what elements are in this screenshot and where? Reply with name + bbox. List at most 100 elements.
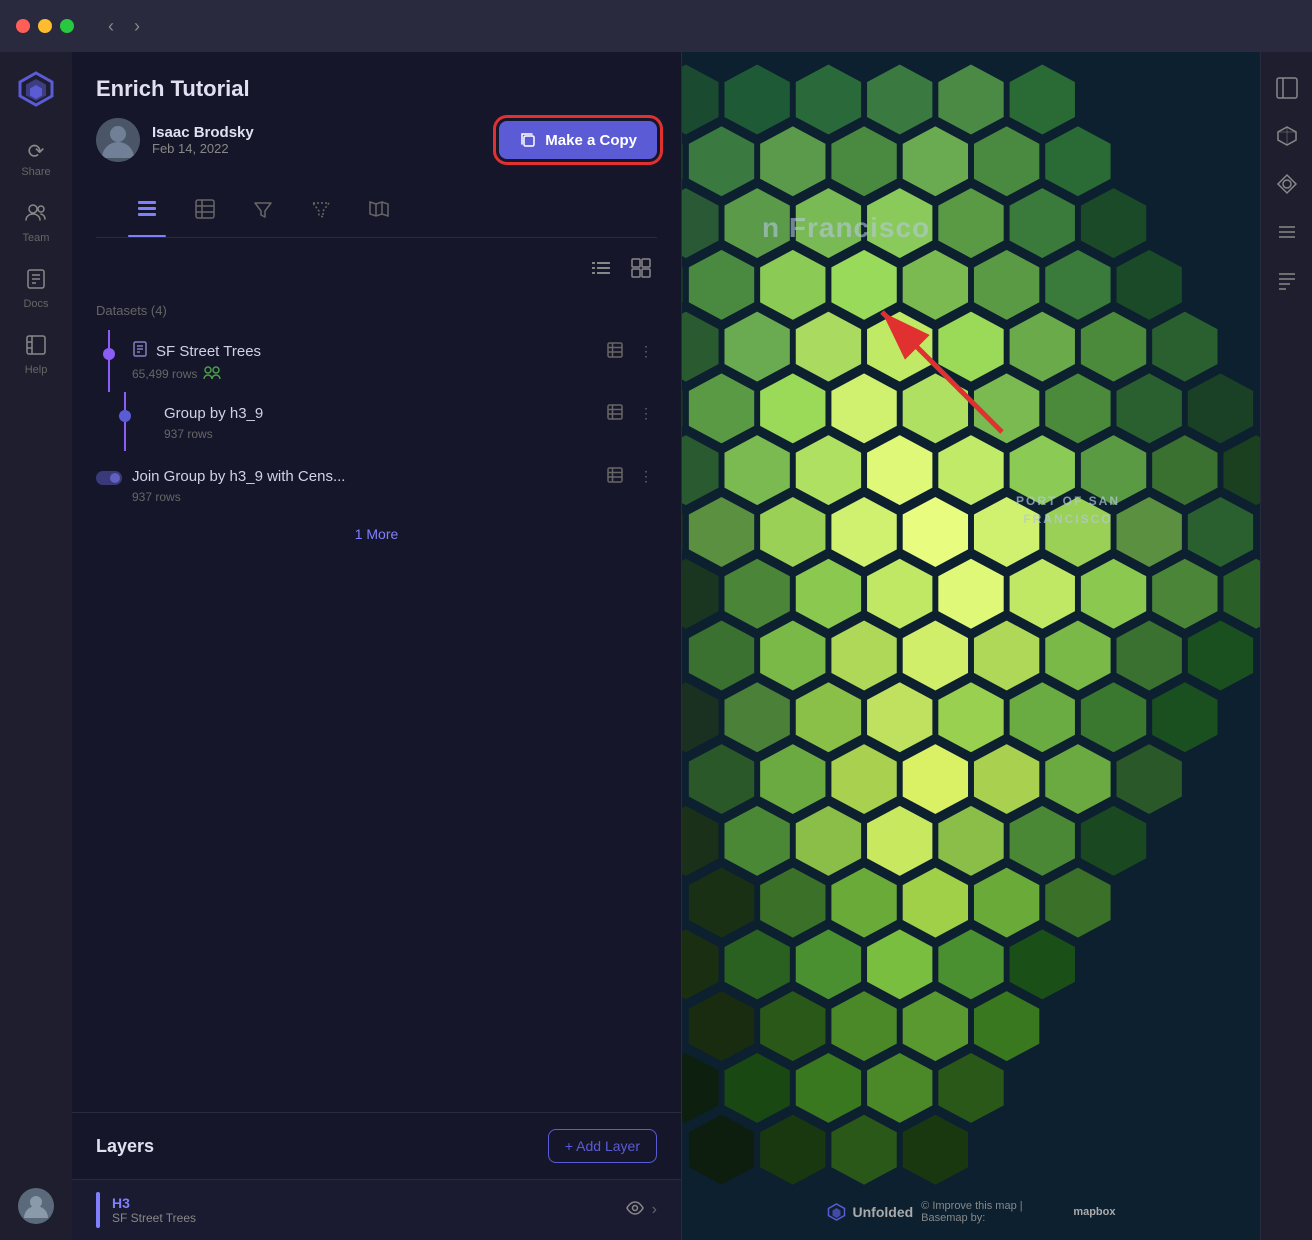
mapbox-credit: © Improve this map | Basemap by:: [921, 1200, 1065, 1224]
sidebar-item-team[interactable]: Team: [4, 194, 68, 252]
dataset-name: Group by h3_9: [164, 405, 263, 422]
dataset-table-btn[interactable]: [603, 402, 627, 425]
unfolded-logo: Unfolded: [827, 1202, 914, 1222]
dataset-more-btn[interactable]: ⋮: [635, 465, 657, 488]
layer-expand-button[interactable]: ›: [652, 1201, 657, 1219]
copy-icon: [519, 131, 537, 149]
sidebar-item-help[interactable]: Help: [4, 326, 68, 384]
dataset-name: SF Street Trees: [156, 343, 261, 360]
dataset-name-row: SF Street Trees: [132, 340, 657, 363]
author-date: Feb 14, 2022: [152, 141, 254, 156]
layer-item: H3 SF Street Trees ›: [72, 1179, 681, 1240]
main-container: ⟳ Share Team: [0, 52, 1312, 1240]
panel: Enrich Tutorial Isaac Brodsky Feb 14, 20…: [72, 52, 682, 1240]
docs-icon: [25, 268, 47, 294]
sidebar-docs-label: Docs: [23, 298, 48, 310]
map-city-label: n Francisco: [762, 212, 930, 244]
author-info: Isaac Brodsky Feb 14, 2022: [96, 118, 254, 162]
map-port-label: PORT OF SAN FRANCISCO: [1016, 492, 1120, 528]
cube-button[interactable]: [1267, 116, 1307, 156]
sidebar-item-share[interactable]: ⟳ Share: [4, 134, 68, 186]
sidebar-team-label: Team: [23, 232, 50, 244]
user-avatar[interactable]: [18, 1188, 54, 1224]
tab-filter2[interactable]: [294, 186, 348, 237]
maximize-button[interactable]: [60, 19, 74, 33]
dataset-content: SF Street Trees: [132, 340, 657, 382]
tab-map[interactable]: [352, 186, 406, 237]
mapbox-logo: mapbox: [1073, 1206, 1115, 1218]
layer-actions: ›: [626, 1199, 657, 1222]
team-icon: [25, 202, 47, 228]
traffic-lights: [16, 19, 74, 33]
minimize-button[interactable]: [38, 19, 52, 33]
dataset-more-btn[interactable]: ⋮: [635, 340, 657, 363]
nav-forward-button[interactable]: ›: [128, 12, 146, 41]
map-tab-icon: [368, 198, 390, 220]
dataset-actions: ⋮: [603, 340, 657, 363]
list-view-button[interactable]: [585, 254, 617, 287]
layer-color-bar: [96, 1192, 100, 1228]
author-details: Isaac Brodsky Feb 14, 2022: [152, 124, 254, 156]
nav-back-button[interactable]: ‹: [102, 12, 120, 41]
titlebar: ‹ ›: [0, 0, 1312, 52]
dataset-name-row: Join Group by h3_9 with Cens...: [132, 465, 657, 488]
toolbar-row: [96, 254, 657, 287]
sidebar-help-label: Help: [25, 364, 48, 376]
dataset-actions: ⋮: [603, 402, 657, 425]
tabs-row: [96, 186, 657, 238]
author-name: Isaac Brodsky: [152, 124, 254, 141]
dataset-icon: [132, 341, 148, 362]
map-area: ‹: [682, 52, 1260, 1240]
list-button[interactable]: [1267, 212, 1307, 252]
dataset-item: Group by h3_9: [96, 392, 657, 451]
dataset-rows: 937 rows: [132, 490, 657, 504]
layers-title: Layers: [96, 1136, 154, 1157]
sidebar-share-label: Share: [21, 166, 50, 178]
layer-name: H3: [112, 1195, 626, 1211]
right-toolbar: [1260, 52, 1312, 1240]
layers-tab-icon: [136, 198, 158, 220]
shapes-button[interactable]: [1267, 164, 1307, 204]
app-logo[interactable]: [15, 68, 57, 110]
unfolded-logo-icon: [827, 1202, 847, 1222]
dataset-more-btn[interactable]: ⋮: [635, 402, 657, 425]
dataset-rows: 937 rows: [164, 427, 657, 441]
dataset-actions: ⋮: [603, 465, 657, 488]
layer-sub: SF Street Trees: [112, 1211, 626, 1225]
grid-view-button[interactable]: [625, 254, 657, 287]
layers-header: Layers + Add Layer: [72, 1112, 681, 1179]
more-link[interactable]: 1 More: [96, 518, 657, 550]
dataset-content: Join Group by h3_9 with Cens...: [132, 465, 657, 504]
author-avatar: [96, 118, 140, 162]
layer-info: H3 SF Street Trees: [112, 1195, 626, 1225]
share-icon: ⟳: [28, 142, 45, 162]
make-copy-button[interactable]: Make a Copy: [499, 121, 657, 159]
sidebar: ⟳ Share Team: [0, 52, 72, 1240]
tab-filter[interactable]: [236, 186, 290, 237]
tab-layers[interactable]: [120, 186, 174, 237]
sidebar-toggle-button[interactable]: [1267, 68, 1307, 108]
dataset-content: Group by h3_9: [164, 402, 657, 441]
author-row: Isaac Brodsky Feb 14, 2022 Make a Copy: [96, 118, 657, 162]
panel-content: Datasets (4): [72, 238, 681, 1112]
close-button[interactable]: [16, 19, 30, 33]
dataset-list: SF Street Trees: [96, 330, 657, 550]
sidebar-item-docs[interactable]: Docs: [4, 260, 68, 318]
dataset-rows: 65,499 rows: [132, 365, 657, 382]
list2-button[interactable]: [1267, 260, 1307, 300]
help-icon: [25, 334, 47, 360]
filter2-tab-icon: [310, 198, 332, 220]
dataset-table-btn[interactable]: [603, 465, 627, 488]
datasets-label: Datasets (4): [96, 303, 657, 318]
dataset-item: SF Street Trees: [96, 330, 657, 392]
layer-eye-button[interactable]: [626, 1199, 644, 1222]
panel-header: Enrich Tutorial Isaac Brodsky Feb 14, 20…: [72, 52, 681, 238]
tab-table[interactable]: [178, 186, 232, 237]
nav-arrows: ‹ ›: [102, 12, 146, 41]
dataset-name: Join Group by h3_9 with Cens...: [132, 468, 345, 485]
dataset-name-row: Group by h3_9: [164, 402, 657, 425]
shared-icon: [203, 365, 221, 382]
dataset-table-btn[interactable]: [603, 340, 627, 363]
dataset-item: Join Group by h3_9 with Cens...: [96, 455, 657, 514]
add-layer-button[interactable]: + Add Layer: [548, 1129, 657, 1163]
